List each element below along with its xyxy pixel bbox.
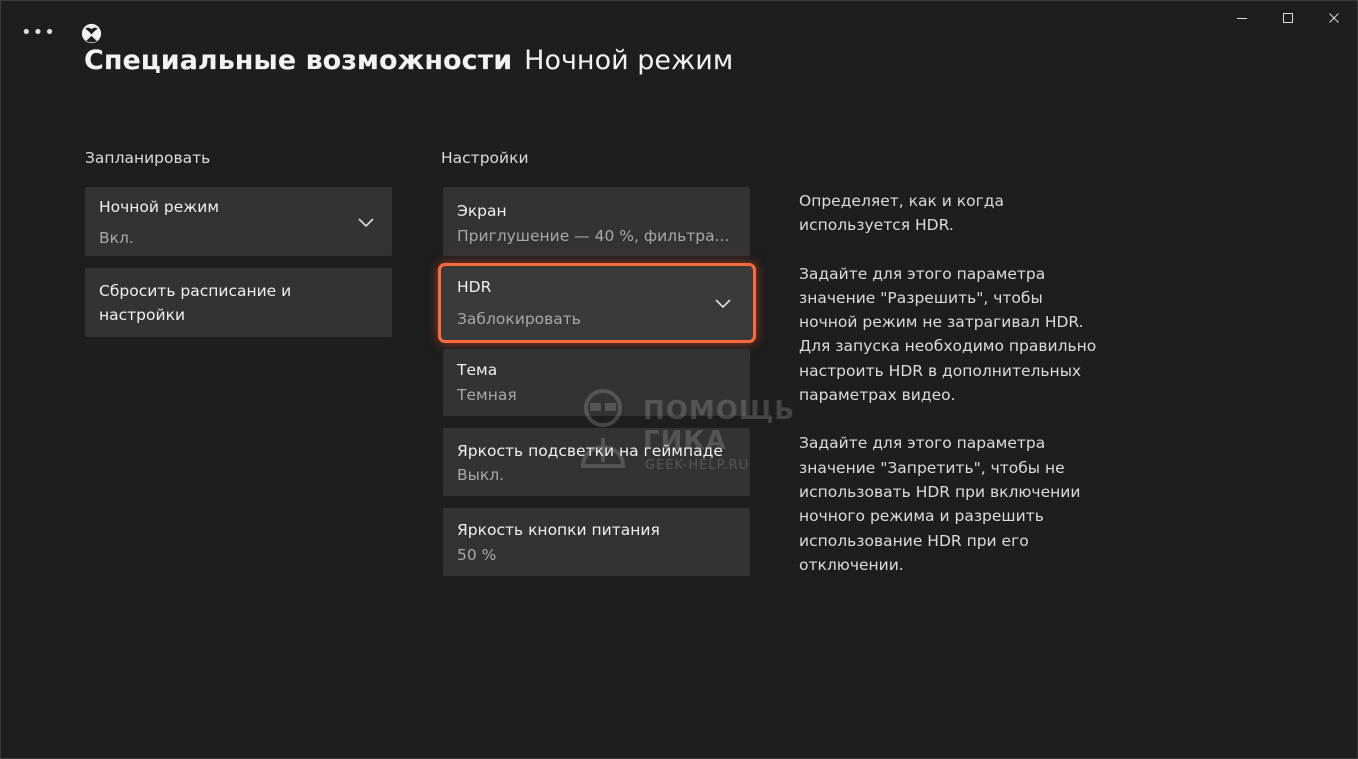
close-button[interactable] bbox=[1311, 1, 1357, 35]
setting-item-screen[interactable]: Экран Приглушение — 40 %, фильтра... bbox=[443, 187, 750, 256]
night-mode-value: Вкл. bbox=[99, 229, 134, 247]
minimize-icon bbox=[1237, 18, 1247, 19]
description-line: Задайте для этого параметра bbox=[799, 434, 1046, 453]
page-title-main: Специальные возможности bbox=[84, 45, 513, 76]
minimize-button[interactable] bbox=[1219, 1, 1265, 35]
maximize-button[interactable] bbox=[1265, 1, 1311, 35]
setting-item-title: Экран bbox=[457, 202, 507, 220]
reset-schedule-label-line2: настройки bbox=[99, 306, 186, 324]
description-paragraph: Определяет, как и когда используется HDR… bbox=[799, 189, 1129, 238]
page-title: Специальные возможности Ночной режим bbox=[84, 45, 733, 76]
description-paragraph: Задайте для этого параметра значение "Ра… bbox=[799, 262, 1129, 408]
setting-item-power-button-brightness[interactable]: Яркость кнопки питания 50 % bbox=[443, 508, 750, 576]
description-line: ночного режима и разрешить bbox=[799, 507, 1044, 526]
description-line: использовать HDR при включении bbox=[799, 482, 1081, 501]
maximize-icon bbox=[1283, 13, 1293, 23]
settings-section-label: Настройки bbox=[441, 149, 529, 167]
setting-item-value: Выкл. bbox=[457, 466, 505, 484]
setting-item-gamepad-brightness[interactable]: Яркость подсветки на геймпаде Выкл. bbox=[443, 428, 750, 496]
setting-item-theme[interactable]: Тема Темная bbox=[443, 349, 750, 416]
description-line: Определяет, как и когда bbox=[799, 192, 1004, 210]
description-line: настроить HDR в дополнительных bbox=[799, 361, 1082, 380]
description-line: значение "Запретить", чтобы не bbox=[799, 458, 1065, 477]
page-title-sub: Ночной режим bbox=[524, 45, 734, 76]
setting-item-title: Яркость подсветки на геймпаде bbox=[457, 442, 723, 460]
description-paragraph: Задайте для этого параметра значение "За… bbox=[799, 431, 1129, 577]
description-line: параметрах видео. bbox=[799, 386, 956, 405]
setting-item-value: Темная bbox=[457, 386, 517, 404]
xbox-logo-icon bbox=[81, 23, 102, 44]
reset-schedule-label-line1: Сбросить расписание и bbox=[99, 282, 292, 300]
description-line: ночной режим не затрагивал HDR. bbox=[799, 313, 1084, 332]
setting-item-title: HDR bbox=[457, 278, 492, 296]
description-line: использование HDR при его bbox=[799, 531, 1029, 550]
chevron-down-icon bbox=[715, 299, 731, 309]
window-controls bbox=[1219, 1, 1357, 35]
reset-schedule-button[interactable]: Сбросить расписание и настройки bbox=[85, 268, 392, 337]
description-line: Для запуска необходимо правильно bbox=[799, 337, 1097, 356]
more-options-icon[interactable]: ••• bbox=[21, 22, 55, 43]
description-line: отключении. bbox=[799, 555, 904, 574]
description-line: значение "Разрешить", чтобы bbox=[799, 288, 1043, 307]
close-icon bbox=[1329, 13, 1339, 23]
chevron-down-icon bbox=[358, 218, 374, 228]
description-line: Задайте для этого параметра bbox=[799, 264, 1046, 283]
setting-item-value: 50 % bbox=[457, 546, 497, 564]
setting-description: Определяет, как и когда используется HDR… bbox=[799, 189, 1129, 601]
setting-item-value: Заблокировать bbox=[457, 310, 581, 328]
schedule-section-label: Запланировать bbox=[85, 149, 211, 167]
setting-item-title: Яркость кнопки питания bbox=[457, 521, 660, 539]
setting-item-hdr-dropdown[interactable]: HDR Заблокировать bbox=[441, 266, 753, 340]
app-window: ••• Специальные возможности Ночной режим… bbox=[0, 0, 1358, 759]
setting-item-value: Приглушение — 40 %, фильтра... bbox=[457, 227, 730, 245]
description-line: используется HDR. bbox=[799, 216, 954, 235]
setting-item-title: Тема bbox=[457, 361, 498, 379]
night-mode-title: Ночной режим bbox=[99, 198, 220, 216]
night-mode-dropdown[interactable]: Ночной режим Вкл. bbox=[85, 187, 392, 256]
